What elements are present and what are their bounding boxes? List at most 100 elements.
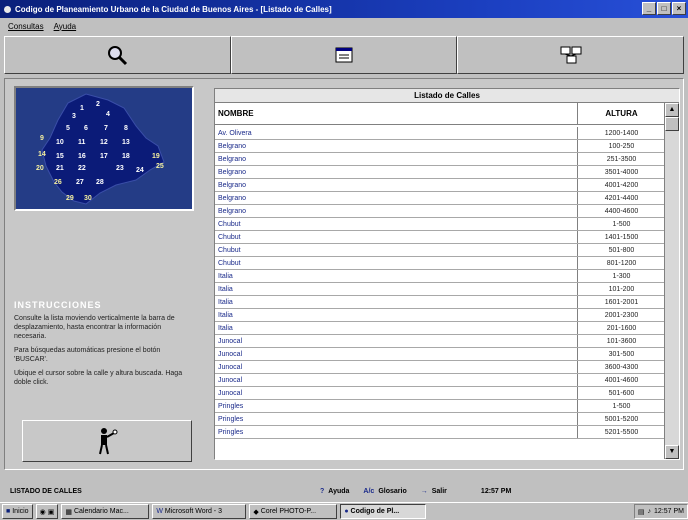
- street-row[interactable]: Av. Olivera 1200-1400: [215, 127, 665, 140]
- exit-arrow-icon: →: [420, 487, 428, 495]
- minimize-button[interactable]: _: [642, 2, 656, 15]
- street-altura-cell: 1-300: [577, 270, 665, 282]
- tray-network-icon[interactable]: ▤: [638, 508, 645, 516]
- street-altura-cell: 5201-5500: [577, 426, 665, 438]
- street-row[interactable]: Italia 201-1600: [215, 322, 665, 335]
- street-row[interactable]: Belgrano 100-250: [215, 140, 665, 153]
- quick-launch[interactable]: ◉ ▣: [35, 504, 59, 519]
- district-21[interactable]: 21: [56, 165, 64, 172]
- column-header-nombre[interactable]: NOMBRE: [215, 103, 577, 124]
- district-29[interactable]: 29: [66, 195, 74, 202]
- district-25[interactable]: 25: [156, 163, 164, 170]
- street-altura-cell: 4001-4600: [577, 374, 665, 386]
- district-3[interactable]: 3: [72, 113, 76, 120]
- street-row[interactable]: Belgrano 4201-4400: [215, 192, 665, 205]
- instructions-paragraph-1: Consulte la lista moviendo verticalmente…: [14, 315, 175, 340]
- street-name-cell: Italia: [218, 324, 233, 332]
- street-name-cell: Belgrano: [218, 168, 247, 176]
- district-4[interactable]: 4: [106, 111, 110, 118]
- street-row[interactable]: Junocal 3600-4300: [215, 361, 665, 374]
- district-28[interactable]: 28: [96, 179, 104, 186]
- close-button[interactable]: ×: [672, 2, 686, 15]
- start-label: Inicio: [12, 508, 29, 515]
- district-5[interactable]: 5: [66, 125, 70, 132]
- street-row[interactable]: Junocal 301-500: [215, 348, 665, 361]
- district-8[interactable]: 8: [124, 125, 128, 132]
- street-row[interactable]: Italia 101-200: [215, 283, 665, 296]
- street-row[interactable]: Belgrano 4001-4200: [215, 179, 665, 192]
- street-row[interactable]: Italia 1-300: [215, 270, 665, 283]
- menu-ayuda[interactable]: Ayuda: [54, 22, 77, 31]
- district-20[interactable]: 20: [36, 165, 44, 172]
- street-altura-cell: 4001-4200: [577, 179, 665, 191]
- district-7[interactable]: 7: [104, 125, 108, 132]
- task-calendario[interactable]: ▦ Calendario Mac...: [61, 504, 150, 519]
- district-map[interactable]: 1 2 3 4 5 6 7 8 9 10 11 12 13 14 15 16 1…: [14, 86, 194, 211]
- street-name-cell: Chubut: [218, 259, 241, 267]
- tray-volume-icon[interactable]: ♪: [648, 508, 652, 515]
- instructions-panel: INSTRUCCIONES Consulte la lista moviendo…: [14, 300, 194, 392]
- street-row[interactable]: Pringles 5001-5200: [215, 413, 665, 426]
- district-16[interactable]: 16: [78, 153, 86, 160]
- district-19[interactable]: 19: [152, 153, 160, 160]
- street-name-cell: Chubut: [218, 246, 241, 254]
- scroll-down-button[interactable]: ▼: [665, 445, 679, 459]
- desktop-icon: ▣: [47, 508, 55, 516]
- street-row[interactable]: Italia 1601-2001: [215, 296, 665, 309]
- district-14[interactable]: 14: [38, 151, 46, 158]
- window-button[interactable]: [230, 36, 458, 74]
- ayuda-button[interactable]: ? Ayuda: [320, 488, 349, 495]
- street-row[interactable]: Chubut 1401-1500: [215, 231, 665, 244]
- district-6[interactable]: 6: [84, 125, 88, 132]
- street-list-panel: Listado de Calles NOMBRE ALTURA Av. Oliv…: [214, 88, 680, 460]
- salir-button[interactable]: → Salir: [421, 488, 447, 495]
- street-row[interactable]: Chubut 501-800: [215, 244, 665, 257]
- task-word[interactable]: W Microsoft Word - 3: [152, 504, 247, 519]
- district-17[interactable]: 17: [100, 153, 108, 160]
- district-18[interactable]: 18: [122, 153, 130, 160]
- street-altura-cell: 201-1600: [577, 322, 665, 334]
- scroll-up-button[interactable]: ▲: [665, 103, 679, 117]
- street-altura-cell: 501-600: [577, 387, 665, 399]
- street-name-cell: Belgrano: [218, 207, 247, 215]
- glosario-button[interactable]: A/c Glosario: [363, 488, 406, 495]
- district-10[interactable]: 10: [56, 139, 64, 146]
- district-27[interactable]: 27: [76, 179, 84, 186]
- maximize-button[interactable]: □: [657, 2, 671, 15]
- district-12[interactable]: 12: [100, 139, 108, 146]
- person-button[interactable]: [22, 420, 192, 462]
- street-row[interactable]: Junocal 4001-4600: [215, 374, 665, 387]
- street-row[interactable]: Belgrano 3501-4000: [215, 166, 665, 179]
- district-22[interactable]: 22: [78, 165, 86, 172]
- district-23[interactable]: 23: [116, 165, 124, 172]
- street-row[interactable]: Pringles 5201-5500: [215, 426, 665, 439]
- district-2[interactable]: 2: [96, 101, 100, 108]
- title-bar: Codigo de Planeamiento Urbano de la Ciud…: [0, 0, 688, 18]
- scroll-thumb[interactable]: [665, 117, 679, 131]
- district-13[interactable]: 13: [122, 139, 130, 146]
- street-row[interactable]: Belgrano 251-3500: [215, 153, 665, 166]
- network-button[interactable]: [457, 36, 685, 74]
- district-24[interactable]: 24: [136, 167, 144, 174]
- search-button[interactable]: [4, 36, 231, 74]
- street-row[interactable]: Junocal 101-3600: [215, 335, 665, 348]
- street-row[interactable]: Italia 2001-2300: [215, 309, 665, 322]
- street-row[interactable]: Junocal 501-600: [215, 387, 665, 400]
- street-row[interactable]: Chubut 801-1200: [215, 257, 665, 270]
- window-icon: [335, 47, 353, 63]
- district-1[interactable]: 1: [80, 105, 84, 112]
- district-15[interactable]: 15: [56, 153, 64, 160]
- district-30[interactable]: 30: [84, 195, 92, 202]
- street-row[interactable]: Belgrano 4400-4600: [215, 205, 665, 218]
- street-row[interactable]: Chubut 1-500: [215, 218, 665, 231]
- district-11[interactable]: 11: [78, 139, 86, 146]
- column-header-altura[interactable]: ALTURA: [577, 103, 665, 124]
- task-codigo[interactable]: ● Codigo de Pl...: [340, 504, 427, 519]
- task-corel[interactable]: ◆ Corel PHOTO-P...: [249, 504, 338, 519]
- street-row[interactable]: Pringles 1-500: [215, 400, 665, 413]
- menu-consultas[interactable]: Consultas: [8, 22, 44, 31]
- district-26[interactable]: 26: [54, 179, 62, 186]
- start-button[interactable]: ■ Inicio: [2, 504, 33, 519]
- district-9[interactable]: 9: [40, 135, 44, 142]
- vertical-scrollbar[interactable]: ▲ ▼: [664, 103, 679, 459]
